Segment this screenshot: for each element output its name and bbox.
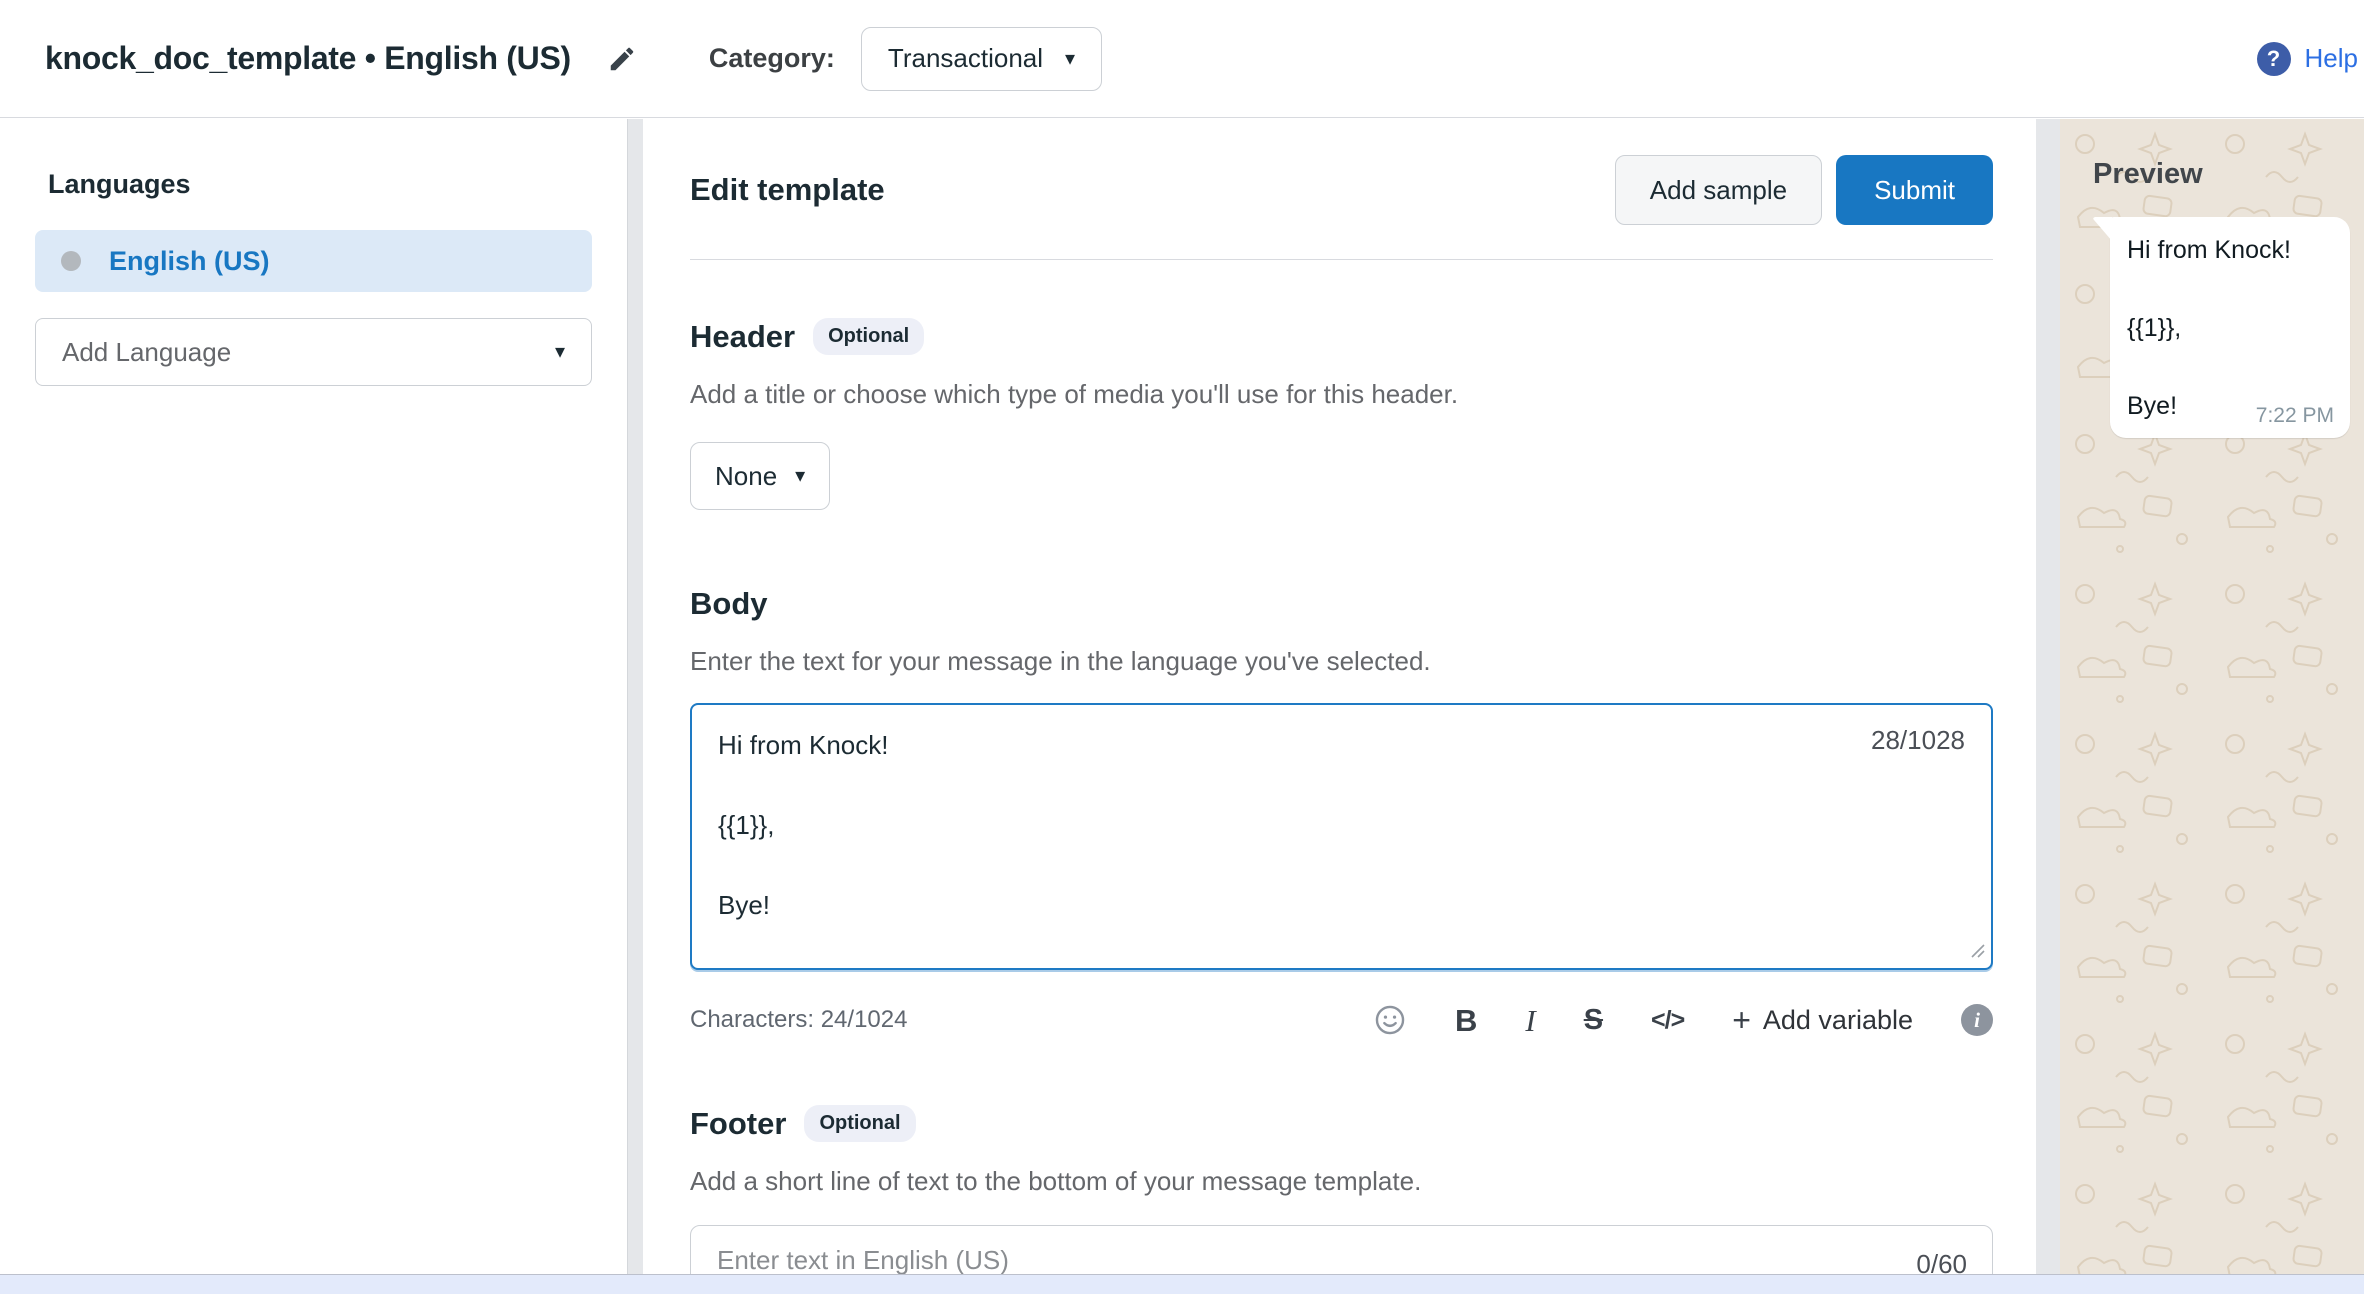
main-scrollbar-track[interactable]	[2036, 119, 2060, 1294]
sidebar-item-english-us[interactable]: English (US)	[35, 230, 592, 292]
footer-section-title-row: Footer Optional	[690, 1105, 1993, 1142]
header-type-value: None	[715, 461, 777, 492]
body-toolbar-row: Characters: 24/1024 B I S </> + Add vari	[690, 1003, 1993, 1037]
help-icon: ?	[2257, 42, 2291, 76]
info-icon[interactable]: i	[1961, 1004, 1993, 1036]
body-textarea-wrap: Hi from Knock! {{1}}, Bye! 28/1028	[690, 703, 1993, 975]
category-value: Transactional	[888, 43, 1043, 74]
edit-title-pencil-icon[interactable]	[607, 44, 637, 74]
chevron-down-icon: ▾	[555, 342, 565, 362]
preview-title: Preview	[2093, 158, 2364, 191]
add-language-dropdown[interactable]: Add Language ▾	[35, 318, 592, 386]
optional-badge: Optional	[813, 318, 924, 355]
characters-label: Characters: 24/1024	[690, 1006, 907, 1034]
resize-handle-icon[interactable]	[1969, 942, 1985, 963]
header-type-dropdown[interactable]: None ▾	[690, 442, 830, 510]
category-dropdown[interactable]: Transactional ▾	[861, 27, 1102, 91]
language-label: English (US)	[109, 246, 270, 277]
optional-badge: Optional	[804, 1105, 915, 1142]
header-section-description: Add a title or choose which type of medi…	[690, 379, 1993, 410]
chevron-down-icon: ▾	[795, 466, 805, 486]
languages-sidebar: Languages English (US) Add Language ▾	[0, 119, 628, 1294]
body-char-counter: 28/1028	[1871, 725, 1965, 756]
help-link[interactable]: ? Help	[2257, 42, 2358, 76]
category-group: Category: Transactional ▾	[709, 27, 1102, 91]
message-text: Hi from Knock! {{1}}, Bye!	[2127, 231, 2334, 426]
code-button[interactable]: </>	[1651, 1008, 1684, 1033]
plus-icon: +	[1732, 1004, 1751, 1036]
template-title-group: knock_doc_template • English (US)	[45, 40, 637, 77]
emoji-icon[interactable]	[1373, 1003, 1407, 1037]
help-label: Help	[2305, 43, 2358, 74]
chevron-down-icon: ▾	[1065, 49, 1075, 69]
message-bubble: Hi from Knock! {{1}}, Bye! 7:22 PM	[2110, 217, 2350, 438]
footer-section-description: Add a short line of text to the bottom o…	[690, 1166, 1993, 1197]
submit-button[interactable]: Submit	[1836, 155, 1993, 225]
languages-heading: Languages	[48, 169, 627, 200]
body-section-title: Body	[690, 586, 768, 622]
editor-actions: Add sample Submit	[1615, 155, 1993, 225]
add-variable-button[interactable]: + Add variable	[1732, 1004, 1913, 1036]
bottom-strip	[0, 1274, 2364, 1294]
category-label: Category:	[709, 43, 835, 74]
bold-button[interactable]: B	[1455, 1005, 1477, 1036]
body-textarea[interactable]: Hi from Knock! {{1}}, Bye!	[690, 703, 1993, 970]
strikethrough-button[interactable]: S	[1584, 1006, 1603, 1035]
edit-template-panel: Edit template Add sample Submit Header O…	[643, 119, 2036, 1294]
footer-section-title: Footer	[690, 1106, 786, 1142]
preview-panel: Preview Hi from Knock! {{1}}, Bye! 7:22 …	[2060, 119, 2364, 1294]
add-sample-button[interactable]: Add sample	[1615, 155, 1822, 225]
message-timestamp: 7:22 PM	[2256, 404, 2334, 428]
topbar: knock_doc_template • English (US) Catego…	[0, 0, 2364, 118]
formatting-toolbar: B I S </> + Add variable i	[1373, 1003, 1993, 1037]
sidebar-scrollbar-track[interactable]	[628, 119, 643, 1294]
body-section-description: Enter the text for your message in the l…	[690, 646, 1993, 677]
bubble-tail-icon	[2092, 217, 2112, 246]
add-variable-label: Add variable	[1763, 1007, 1913, 1034]
header-section-title: Header	[690, 319, 795, 355]
language-status-dot-icon	[61, 251, 81, 271]
section-divider	[690, 259, 1993, 260]
editor-header-row: Edit template Add sample Submit	[690, 155, 1993, 225]
body-section-title-row: Body	[690, 586, 1993, 622]
header-section-title-row: Header Optional	[690, 318, 1993, 355]
add-language-placeholder: Add Language	[62, 337, 231, 368]
preview-content: Preview Hi from Knock! {{1}}, Bye! 7:22 …	[2060, 119, 2364, 438]
editor-title: Edit template	[690, 172, 885, 208]
italic-button[interactable]: I	[1525, 1005, 1535, 1036]
whatsapp-template-editor: knock_doc_template • English (US) Catego…	[0, 0, 2364, 1294]
page-title: knock_doc_template • English (US)	[45, 40, 571, 77]
